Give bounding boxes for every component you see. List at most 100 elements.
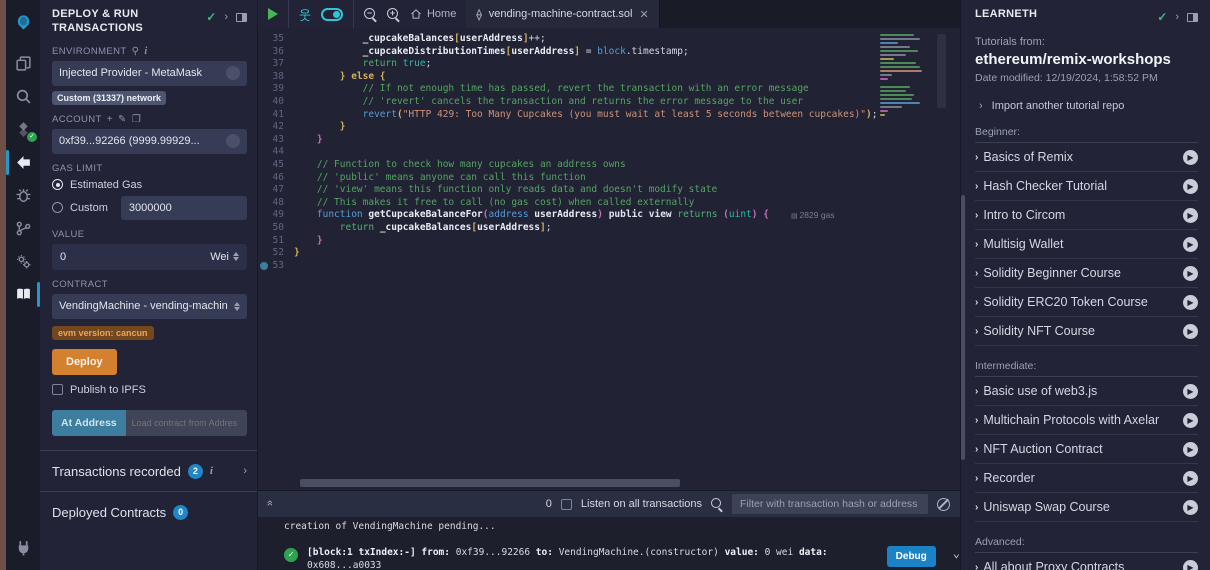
terminal-filter-input[interactable]: [732, 494, 928, 514]
tutorial-play-icon[interactable]: ▶: [1183, 471, 1198, 486]
tutorial-play-icon[interactable]: ▶: [1183, 179, 1198, 194]
tutorial-item[interactable]: ›Basic use of web3.js▶: [975, 377, 1198, 406]
panel-expand-icon[interactable]: ›: [224, 11, 228, 23]
line-number[interactable]: 48: [258, 197, 294, 210]
deployed-contracts-row[interactable]: Deployed Contracts 0: [52, 492, 247, 532]
breakpoint-icon[interactable]: [260, 262, 268, 270]
solidity-compiler-icon[interactable]: ✓: [6, 113, 40, 146]
contract-select[interactable]: VendingMachine - vending-machin: [52, 294, 247, 319]
tutorial-play-icon[interactable]: ▶: [1183, 295, 1198, 310]
line-number[interactable]: 41: [258, 109, 294, 122]
copy-account-icon[interactable]: ❐: [132, 114, 141, 125]
tutorial-play-icon[interactable]: ▶: [1183, 208, 1198, 223]
clear-console-icon[interactable]: [937, 498, 950, 511]
line-number[interactable]: 51: [258, 235, 294, 248]
learneth-expand-icon[interactable]: ›: [1175, 11, 1179, 23]
account-select[interactable]: 0xf39...92266 (9999.99929...: [52, 129, 247, 154]
tx-expand-icon[interactable]: ⌄: [953, 546, 960, 560]
line-number[interactable]: 42: [258, 121, 294, 134]
line-number[interactable]: 44: [258, 146, 294, 159]
at-address-input[interactable]: [126, 410, 247, 436]
line-number[interactable]: 37: [258, 58, 294, 71]
transactions-info-icon[interactable]: i: [210, 465, 213, 477]
tutorial-item[interactable]: ›Intro to Circom▶: [975, 201, 1198, 230]
home-button[interactable]: Home: [410, 8, 456, 20]
listen-checkbox[interactable]: [561, 499, 572, 510]
line-number[interactable]: 47: [258, 184, 294, 197]
tutorial-play-icon[interactable]: ▶: [1183, 500, 1198, 515]
tutorial-item[interactable]: ›Multichain Protocols with Axelar▶: [975, 406, 1198, 435]
git-icon[interactable]: [6, 212, 40, 245]
ai-toggle[interactable]: [321, 8, 343, 21]
settings-icon[interactable]: [6, 245, 40, 278]
zoom-in-icon[interactable]: +: [387, 8, 400, 21]
run-script-icon[interactable]: [268, 8, 278, 20]
value-input[interactable]: 0: [52, 251, 202, 263]
editor-vertical-scrollbar[interactable]: [937, 34, 946, 108]
debug-button[interactable]: Debug: [887, 546, 936, 567]
line-number[interactable]: 52: [258, 247, 294, 260]
line-number[interactable]: 45: [258, 159, 294, 172]
line-number[interactable]: 49: [258, 209, 294, 222]
code-editor[interactable]: 35 _cupcakeBalances[userAddress]++;36 _c…: [258, 28, 960, 490]
value-unit-select[interactable]: Wei: [202, 251, 247, 263]
deploy-and-run-icon[interactable]: [6, 146, 40, 179]
tutorial-play-icon[interactable]: ▶: [1183, 384, 1198, 399]
publish-ipfs-checkbox[interactable]: [52, 384, 63, 395]
panel-pin-icon[interactable]: [236, 13, 247, 22]
tutorial-play-icon[interactable]: ▶: [1183, 560, 1198, 570]
debugger-icon[interactable]: [6, 179, 40, 212]
tutorial-play-icon[interactable]: ▶: [1183, 266, 1198, 281]
environment-select[interactable]: Injected Provider - MetaMask: [52, 61, 247, 86]
tutorial-item[interactable]: ›Solidity ERC20 Token Course▶: [975, 288, 1198, 317]
tutorial-play-icon[interactable]: ▶: [1183, 150, 1198, 165]
tutorial-play-icon[interactable]: ▶: [1183, 237, 1198, 252]
tutorial-item[interactable]: ›Uniswap Swap Course▶: [975, 493, 1198, 522]
tutorial-item[interactable]: ›Multisig Wallet▶: [975, 230, 1198, 259]
learneth-pin-icon[interactable]: [1187, 13, 1198, 22]
transactions-expand-icon[interactable]: ›: [243, 465, 247, 477]
transaction-log-entry[interactable]: ✓ [block:1 txIndex:-] from: 0xf39...9226…: [284, 542, 960, 570]
zoom-out-icon[interactable]: −: [364, 8, 377, 21]
add-account-icon[interactable]: +: [107, 114, 113, 125]
custom-gas-radio[interactable]: [52, 202, 63, 213]
search-icon[interactable]: [6, 80, 40, 113]
tutorial-play-icon[interactable]: ▶: [1183, 442, 1198, 457]
tutorial-play-icon[interactable]: ▶: [1183, 324, 1198, 339]
line-number[interactable]: 43: [258, 134, 294, 147]
line-number[interactable]: 40: [258, 96, 294, 109]
tutorial-item[interactable]: ›All about Proxy Contracts▶: [975, 553, 1198, 570]
transactions-recorded-row[interactable]: Transactions recorded 2 i ›: [52, 451, 247, 491]
tutorial-item[interactable]: ›Basics of Remix▶: [975, 143, 1198, 172]
editor-horizontal-scrollbar[interactable]: [300, 479, 680, 487]
environment-copy-icon[interactable]: [226, 66, 240, 80]
learneth-scrollbar[interactable]: [961, 195, 965, 460]
estimated-gas-radio[interactable]: [52, 179, 63, 190]
line-number[interactable]: 46: [258, 172, 294, 185]
tutorial-item[interactable]: ›Solidity NFT Course▶: [975, 317, 1198, 346]
import-tutorial-repo[interactable]: › Import another tutorial repo: [979, 100, 1198, 112]
custom-gas-input[interactable]: 3000000: [121, 196, 247, 220]
tutorial-item[interactable]: ›NFT Auction Contract▶: [975, 435, 1198, 464]
remix-logo-icon[interactable]: [6, 6, 40, 39]
terminal-expand-icon[interactable]: »: [264, 502, 276, 506]
line-number[interactable]: 50: [258, 222, 294, 235]
deploy-button[interactable]: Deploy: [52, 349, 117, 375]
tab-vending-machine-contract[interactable]: ⟠ vending-machine-contract.sol ✕: [466, 0, 659, 28]
line-number[interactable]: 39: [258, 83, 294, 96]
tutorial-item[interactable]: ›Solidity Beginner Course▶: [975, 259, 1198, 288]
account-copy-icon[interactable]: [226, 134, 240, 148]
tutorial-play-icon[interactable]: ▶: [1183, 413, 1198, 428]
minimap[interactable]: [880, 34, 924, 130]
plug-icon[interactable]: ⚲: [132, 46, 140, 57]
close-tab-icon[interactable]: ✕: [639, 8, 648, 21]
environment-info-icon[interactable]: i: [144, 46, 147, 57]
line-number[interactable]: 36: [258, 46, 294, 59]
remix-ai-icon[interactable]: 웃: [299, 5, 311, 24]
line-number[interactable]: 38: [258, 71, 294, 84]
learneth-icon[interactable]: [6, 278, 40, 311]
edit-account-icon[interactable]: ✎: [118, 114, 127, 125]
plugin-manager-icon[interactable]: [6, 531, 40, 564]
tutorial-item[interactable]: ›Hash Checker Tutorial▶: [975, 172, 1198, 201]
line-number[interactable]: 35: [258, 33, 294, 46]
